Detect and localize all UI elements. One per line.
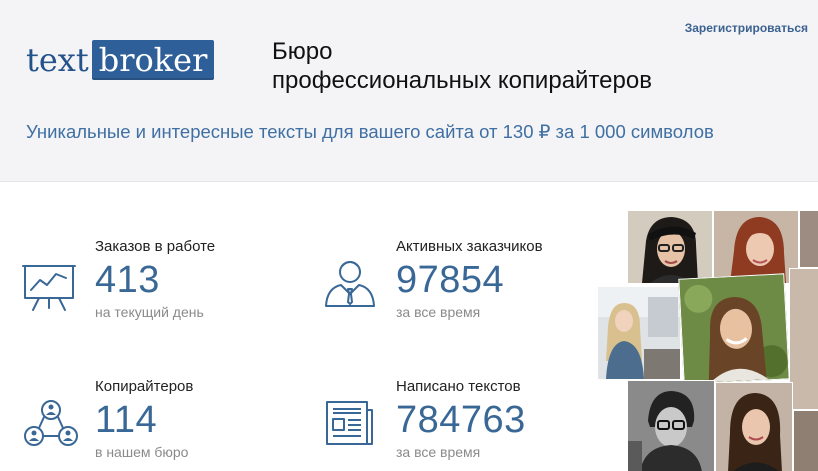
stat-clients-value: 97854 [396, 259, 505, 301]
stat-orders-sub: на текущий день [95, 304, 204, 320]
title-line-1: Бюро [272, 38, 333, 65]
copywriter-photo [799, 210, 818, 268]
copywriter-photo [627, 210, 713, 284]
textbroker-logo[interactable]: text broker [26, 40, 215, 80]
tagline: Уникальные и интересные тексты для вашег… [26, 121, 714, 142]
copywriter-photo-collage [597, 210, 818, 471]
newspaper-icon [326, 401, 373, 445]
copywriter-photo [678, 273, 790, 385]
stat-orders: Заказов в работе 413 на текущий день [95, 238, 215, 321]
client-person-icon [325, 261, 375, 307]
stat-orders-label: Заказов в работе [95, 238, 216, 255]
stat-writers-sub: в нашем бюро [95, 444, 189, 460]
register-link[interactable]: Зарегистрироваться [685, 21, 808, 35]
stat-writers-label: Копирайтеров [95, 378, 194, 395]
logo-text-part: text [26, 41, 89, 79]
copywriter-photo [789, 268, 818, 410]
stat-clients: Активных заказчиков 97854 за все время [396, 238, 543, 321]
copywriter-photo [793, 410, 818, 471]
stat-writers-value: 114 [95, 399, 158, 441]
copywriter-photo [597, 286, 681, 380]
title-line-2: профессиональных копирайтеров [272, 67, 652, 94]
page-title: Бюро профессиональных копирайтеров [272, 37, 652, 95]
stat-writers: Копирайтеров 114 в нашем бюро [95, 378, 193, 461]
presentation-chart-icon [22, 265, 76, 311]
stat-texts-label: Написано текстов [396, 378, 521, 395]
stat-clients-sub: за все время [396, 304, 481, 320]
stat-texts-value: 784763 [396, 399, 526, 441]
copywriter-photo [627, 380, 715, 471]
stat-texts-sub: за все время [396, 444, 481, 460]
logo-broker-part: broker [91, 40, 215, 80]
copywriter-photo [713, 210, 799, 284]
page-header: text broker Бюро профессиональных копира… [0, 0, 818, 182]
stat-orders-value: 413 [95, 259, 160, 301]
team-network-icon [24, 400, 78, 446]
stat-clients-label: Активных заказчиков [396, 238, 543, 255]
copywriter-photo [715, 382, 793, 471]
stat-texts: Написано текстов 784763 за все время [396, 378, 526, 461]
